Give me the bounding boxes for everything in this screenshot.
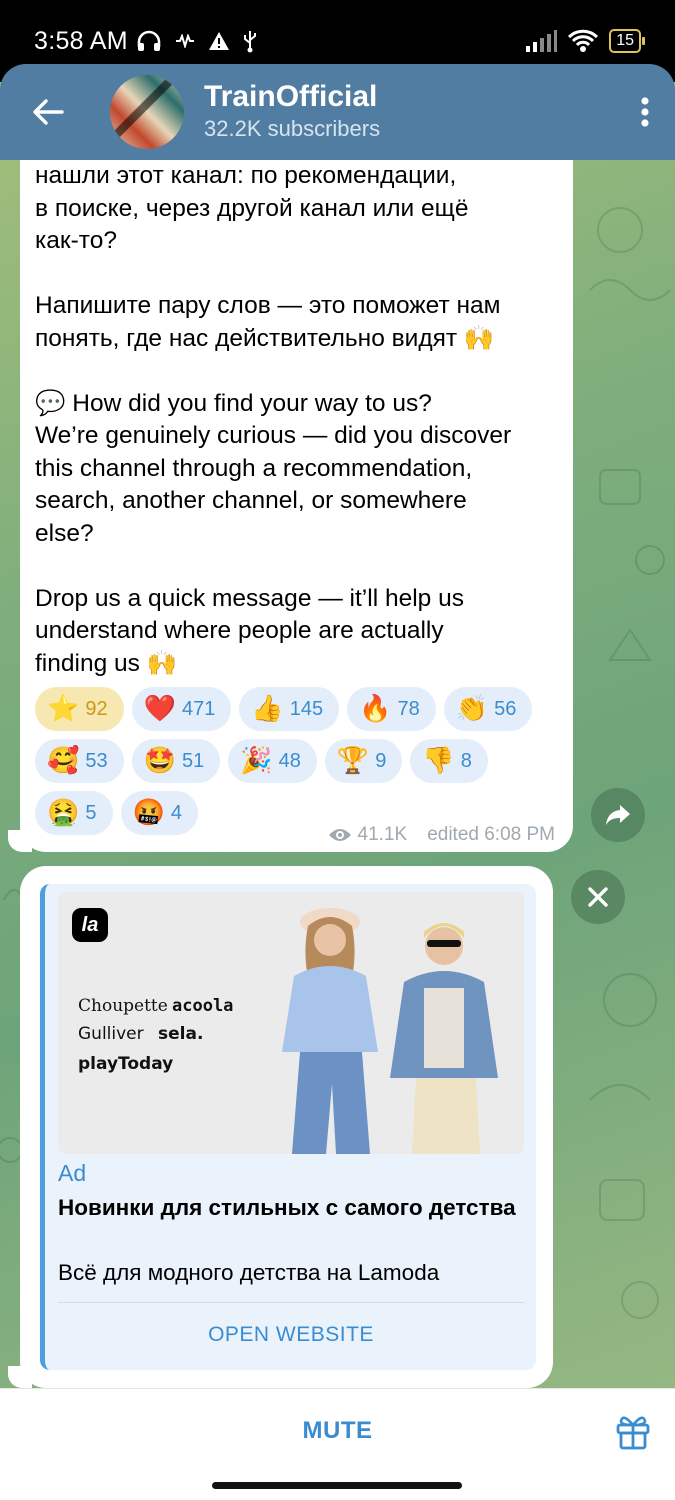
reaction-count: 8 [460,749,472,772]
reaction-chip[interactable]: 🤬 4 [120,791,198,835]
ad-description: Всё для модного детства на Lamoda [58,1260,440,1285]
gift-button[interactable] [613,1411,653,1451]
reaction-emoji-icon: 🤩 [143,746,176,776]
reaction-count: 145 [289,697,324,720]
ad-models-illustration [282,908,498,1154]
brand-sela: sela. [158,1024,204,1044]
reaction-count: 56 [494,697,517,720]
channel-post[interactable]: нашли этот канал: по рекомендации, в пои… [20,160,573,852]
reaction-emoji-icon: 👍 [251,694,284,724]
reaction-chip[interactable]: 👏 56 [443,687,533,731]
bottom-bar: MUTE [0,1388,675,1472]
reaction-chip[interactable]: 🤩 51 [131,739,221,783]
view-count: 41.1K [357,824,408,845]
reaction-chip[interactable]: 🎉 48 [228,739,317,783]
brand-acoola: acoola [172,996,234,1016]
reaction-emoji-icon: ⭐ [47,694,80,724]
brand-choupette: Choupette [78,996,168,1016]
reaction-emoji-icon: 🏆 [336,746,370,776]
home-indicator[interactable] [212,1482,462,1489]
open-website-button[interactable]: OPEN WEBSITE [58,1304,524,1366]
more-options-button[interactable] [615,64,675,160]
arrow-left-icon [33,99,64,125]
reaction-chip[interactable]: 👍 145 [239,687,340,731]
reaction-chip[interactable]: ⭐ 92 [35,687,124,731]
brand-playtoday: playToday [78,1054,174,1074]
headphones-icon [137,30,161,51]
reaction-count: 92 [85,697,108,720]
ad-label: Ad [58,1160,87,1186]
ad-image[interactable]: la Choupette acoola Gulliver sela. playT… [58,892,524,1154]
eye-icon [328,829,351,841]
ad-card[interactable]: la Choupette acoola Gulliver sela. playT… [40,884,536,1370]
reaction-emoji-icon: 🥰 [47,746,80,776]
reaction-emoji-icon: ❤️ [143,694,176,724]
reaction-count: 4 [170,801,182,824]
reaction-chip[interactable]: 🏆 9 [324,739,403,783]
edited-time: edited 6:08 PM [427,824,555,845]
reaction-chip[interactable]: ❤️ 471 [131,687,232,731]
reaction-emoji-icon: 🔥 [359,694,392,724]
channel-title-block[interactable]: TrainOfficial 32.2K subscribers [204,80,380,144]
back-button[interactable] [0,64,96,160]
reaction-count: 78 [397,697,420,720]
gift-icon [616,1416,650,1450]
close-ad-button[interactable] [571,870,625,924]
brand-gulliver: Gulliver [78,1024,144,1044]
reaction-chip[interactable]: 👎 8 [410,739,488,783]
ad-divider [58,1302,524,1303]
signal-icon [526,30,558,52]
status-time: 3:58 AM [34,26,128,55]
reaction-emoji-icon: 👎 [422,746,455,776]
wifi-icon [568,29,599,52]
battery-icon: 15 [609,29,645,53]
reaction-count: 51 [182,749,205,772]
alert-icon [208,32,229,50]
lamoda-logo: la [72,908,108,942]
sponsored-message[interactable]: la Choupette acoola Gulliver sela. playT… [20,866,553,1388]
reactions-list: ⭐ 92 ❤️ 471 👍 145 🔥 78 👏 56 🥰 53 🤩 51 🎉 48 🏆 9 👎 8 🤮 5 🤬 4 [35,687,565,835]
reaction-chip[interactable]: 🤮 5 [35,791,113,835]
close-icon [588,887,608,907]
reaction-count: 471 [182,697,216,720]
reaction-emoji-icon: 🤬 [132,798,165,828]
ad-title: Новинки для стильных с самого детства [58,1195,516,1220]
reaction-count: 48 [278,749,301,772]
reaction-chip[interactable]: 🥰 53 [35,739,124,783]
channel-avatar[interactable] [110,75,184,149]
nfc-icon [175,34,194,48]
subscriber-count: 32.2K subscribers [204,116,381,141]
share-arrow-icon [606,805,630,825]
channel-name: TrainOfficial [204,80,378,113]
post-text: нашли этот канал: по рекомендации, в пои… [35,162,512,677]
reaction-count: 9 [375,749,387,772]
reaction-chip[interactable]: 🔥 78 [347,687,436,731]
forward-button[interactable] [591,788,645,842]
usb-icon [243,31,256,53]
reaction-count: 53 [85,749,108,772]
reaction-emoji-icon: 👏 [455,694,489,724]
more-vertical-icon [641,97,649,127]
post-meta: 41.1K edited 6:08 PM [328,824,555,846]
reaction-emoji-icon: 🎉 [240,746,273,776]
reaction-emoji-icon: 🤮 [47,798,80,828]
reaction-count: 5 [85,801,97,824]
navigation-bar [0,1472,675,1500]
chat-header: TrainOfficial 32.2K subscribers [0,64,675,160]
mute-button[interactable]: MUTE [303,1417,373,1445]
